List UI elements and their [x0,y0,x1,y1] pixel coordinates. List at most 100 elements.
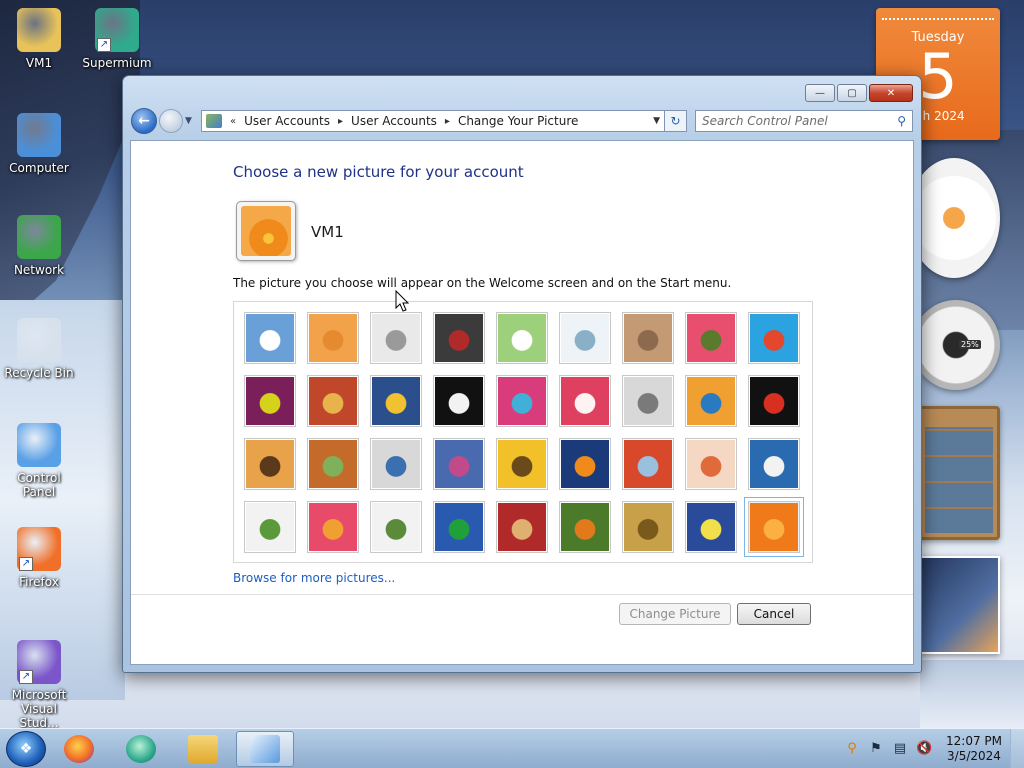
change-picture-button[interactable]: Change Picture [619,603,731,625]
taskbar-control-panel[interactable] [236,730,294,767]
desktop-icon-supermium[interactable]: ↗ Supermium [78,8,156,70]
picture-tile-puppy[interactable] [307,438,359,490]
address-bar[interactable]: « User Accounts ▸ User Accounts ▸ Change… [201,110,665,132]
picture-tile-pinwheel[interactable] [748,312,800,364]
microsoft-visual-stud-icon: ↗ [17,640,61,684]
desktop-icon-label: Control Panel [17,471,61,499]
picture-tile-blue-fabric[interactable] [433,438,485,490]
picture-tile-textile[interactable] [307,501,359,553]
woven-fabric-image [309,377,357,425]
blue-fabric-image [435,440,483,488]
picture-tile-yellow-leaf[interactable] [370,375,422,427]
picture-tile-jacks[interactable] [622,375,674,427]
wallpaper-ice-right [920,660,1024,730]
star-lantern-image [561,377,609,425]
taskbar: ❖ ⚲ ⚑ ▤ 🔇 12:07 PM 3/5/2024 [0,728,1024,768]
volume-muted-icon[interactable]: 🔇 [916,741,932,757]
breadcrumb-user-accounts-1[interactable]: User Accounts [244,114,330,128]
search-icon[interactable]: ⚲ [897,114,906,128]
desktop-icon-vm1[interactable]: VM1 [0,8,78,70]
desktop-icon-computer[interactable]: Computer [0,113,78,175]
picture-tile-guitar[interactable] [244,438,296,490]
paper-crane-image [750,377,798,425]
taskbar-supermium[interactable] [112,731,170,767]
picture-tile-lucky-cat[interactable] [496,312,548,364]
desktop-icon-network[interactable]: Network [0,215,78,277]
breadcrumb-change-your-picture[interactable]: Change Your Picture [458,114,578,128]
pinwheel-image [750,314,798,362]
maximize-button[interactable]: ▢ [837,84,867,102]
slideshow-gadget[interactable] [916,556,1000,654]
minimize-button[interactable]: — [805,84,835,102]
forward-button[interactable] [159,109,183,133]
window-frame-image [435,503,483,551]
picture-tile-robot-figure[interactable] [370,312,422,364]
cancel-button[interactable]: Cancel [737,603,811,625]
toy-robot-image [372,440,420,488]
picture-tile-toy-robot[interactable] [370,438,422,490]
picture-tile-marbles[interactable] [370,501,422,553]
refresh-button[interactable]: ↻ [665,110,687,132]
cpu-meter-gadget[interactable]: 25% [912,300,1000,390]
picture-tile-starfish[interactable] [307,312,359,364]
picture-tile-dog[interactable] [433,375,485,427]
gyroscope-image [561,314,609,362]
desktop-icon-firefox[interactable]: ↗ Firefox [0,527,78,589]
picture-tile-pink-flower[interactable] [685,312,737,364]
starfish-image [309,314,357,362]
picture-tile-sunflower[interactable] [496,438,548,490]
start-button[interactable]: ❖ [6,730,46,767]
fish-image [561,440,609,488]
recent-pages-dropdown[interactable]: ▼ [185,116,197,126]
picture-tile-paper-crane[interactable] [748,375,800,427]
window-controls: — ▢ ✕ [805,84,913,102]
flag-icon[interactable]: ⚑ [868,741,884,757]
picture-tile-kitten[interactable] [622,312,674,364]
desktop-icon-recycle-bin[interactable]: Recycle Bin [0,318,78,380]
picture-tile-colored-stairs[interactable] [685,375,737,427]
picture-puzzle-gadget[interactable] [918,406,1000,540]
desktop-icon-control-panel[interactable]: Control Panel [0,423,78,499]
picture-tile-doll[interactable] [685,438,737,490]
taskbar-firefox[interactable] [50,731,108,767]
picture-tile-orange-flower[interactable] [744,497,804,557]
picture-tile-fish[interactable] [559,438,611,490]
search-input[interactable]: Search Control Panel ⚲ [695,110,913,132]
network-icon[interactable]: ▤ [892,741,908,757]
picture-tile-lighthouse[interactable] [685,501,737,553]
breadcrumb-arrow-icon[interactable]: ▸ [445,116,450,127]
sailboat-image [750,440,798,488]
picture-tile-roller-coaster[interactable] [244,312,296,364]
picture-tile-hot-air-balloon[interactable] [622,438,674,490]
breadcrumb-user-accounts-2[interactable]: User Accounts [351,114,437,128]
picture-tile-crayons[interactable] [496,375,548,427]
picture-tile-window-frame[interactable] [433,501,485,553]
picture-tile-basket[interactable] [622,501,674,553]
picture-tile-butterfly[interactable] [559,501,611,553]
search-placeholder: Search Control Panel [702,114,828,128]
picture-tile-record-player[interactable] [433,312,485,364]
desktop-icon-microsoft-visual-stud[interactable]: ↗ Microsoft Visual Stud... [0,640,78,730]
navigation-bar: ← ▼ « User Accounts ▸ User Accounts ▸ Ch… [131,106,913,136]
picture-tile-gyroscope[interactable] [559,312,611,364]
desktop-icon-label: Firefox [19,575,59,589]
taskbar-clock[interactable]: 12:07 PM 3/5/2024 [946,734,1002,764]
browse-more-pictures-link[interactable]: Browse for more pictures... [233,571,395,585]
desktop-icon-label: Recycle Bin [4,366,74,380]
search-icon[interactable]: ⚲ [844,741,860,757]
picture-tile-star-lantern[interactable] [559,375,611,427]
picture-tile-carpet[interactable] [496,501,548,553]
clock-date: 3/5/2024 [947,748,1001,763]
yellow-leaf-image [372,377,420,425]
close-button[interactable]: ✕ [869,84,913,102]
taskbar-explorer[interactable] [174,731,232,767]
picture-tile-woven-fabric[interactable] [307,375,359,427]
breadcrumb-prefix[interactable]: « [230,116,236,127]
picture-tile-sailboat[interactable] [748,438,800,490]
address-dropdown-icon[interactable]: ▼ [653,116,660,126]
breadcrumb-arrow-icon[interactable]: ▸ [338,116,343,127]
back-button[interactable]: ← [131,108,157,134]
show-desktop-button[interactable] [1010,728,1024,768]
picture-tile-soccer-ball[interactable] [244,501,296,553]
picture-tile-ball[interactable] [244,375,296,427]
